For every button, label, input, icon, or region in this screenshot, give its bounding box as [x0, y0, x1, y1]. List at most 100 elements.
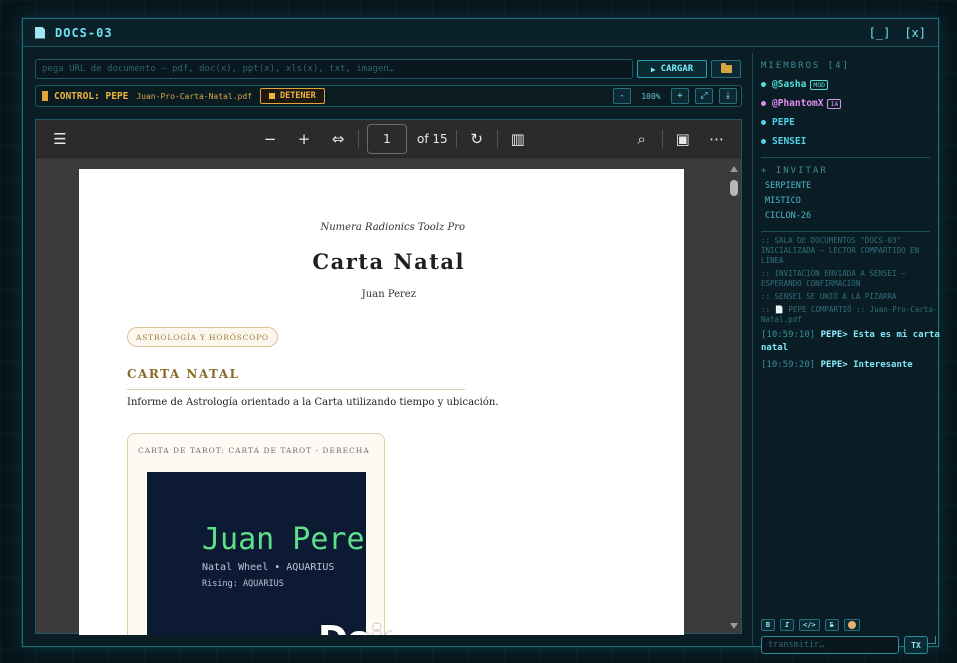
- member-role-badge: MOD: [810, 79, 829, 90]
- play-icon: ▶: [650, 64, 656, 74]
- scroll-thumb[interactable]: [730, 180, 738, 196]
- pdf-divider: [127, 389, 465, 390]
- online-dot-icon: [761, 82, 766, 87]
- more-options-icon[interactable]: ⋯: [705, 127, 729, 151]
- toolbar-separator: [496, 129, 498, 148]
- fit-button[interactable]: ⤢: [695, 88, 713, 104]
- card-wheel: Natal Wheel • AQUARIUS: [202, 562, 335, 573]
- stop-button-label: DETENER: [279, 91, 316, 101]
- fit-width-icon[interactable]: ⇔: [326, 127, 350, 151]
- chat-timestamp: [10:59:20]: [761, 360, 816, 370]
- scroll-down-icon[interactable]: [730, 623, 738, 629]
- chat-message: [10:59:10] PEPE> Esta es mi carta natal: [761, 329, 940, 355]
- zoom-plus-icon[interactable]: +: [292, 127, 316, 151]
- panel-divider: [761, 157, 930, 158]
- member-name: PEPE: [772, 117, 795, 128]
- system-log-line: :: SENSEI SE UNIÓ A LA PIZARRA: [761, 292, 897, 301]
- search-icon[interactable]: ⌕: [630, 127, 654, 151]
- folder-icon: [720, 63, 732, 73]
- panel-divider: [761, 231, 930, 232]
- titlebar: DOCS-03 [_] [x]: [23, 19, 938, 47]
- control-indicator-icon: [42, 91, 48, 101]
- control-bar: CONTROL: PEPE Juan-Pro-Carta-Natal.pdf D…: [35, 85, 742, 107]
- members-title: MIEMBROS [4]: [761, 61, 851, 71]
- card-name: Juan Perez: [202, 522, 366, 557]
- stop-icon: [268, 93, 275, 99]
- open-folder-button[interactable]: [711, 60, 741, 78]
- zoom-level: 100%: [641, 91, 661, 101]
- italic-button[interactable]: I: [780, 619, 794, 631]
- pdf-scrollbar[interactable]: [727, 158, 741, 633]
- save-icon[interactable]: ▣: [671, 127, 695, 151]
- system-log-line: :: 📄 PEPE COMPARTIÓ :: Juan-Pro-Carta-Na…: [761, 305, 938, 324]
- pdf-category-badge: ASTROLOGÍA Y HORÓSCOPO: [127, 327, 278, 347]
- side-panel: MIEMBROS [4] @Sasha MOD @PhantomX IA PEPE SEN…: [752, 53, 940, 654]
- zoom-minus-icon[interactable]: −: [258, 127, 282, 151]
- outline-icon[interactable]: ☰: [48, 127, 72, 151]
- load-button[interactable]: ▶ CARGAR: [637, 60, 707, 78]
- member-item[interactable]: @Sasha MOD: [761, 79, 940, 90]
- page-number-input[interactable]: [367, 123, 407, 154]
- bold-button[interactable]: B: [761, 619, 775, 631]
- page-total: of 15: [417, 131, 448, 146]
- scroll-up-icon[interactable]: [730, 166, 738, 172]
- close-button[interactable]: [x]: [904, 26, 926, 40]
- emoji-icon: [847, 621, 856, 629]
- member-role-badge: IA: [827, 98, 842, 109]
- tarot-card: CARTA DE TAROT: CARTA DE TAROT - DERECHA…: [127, 433, 385, 635]
- invite-candidate[interactable]: MISTICO: [765, 196, 940, 206]
- system-log-line: :: INVITACIÓN ENVIADA A SENSEI — ESPERAN…: [761, 269, 906, 288]
- pdf-toolbar: ☰ − + ⇔ of 15 ↻ ▥ ⌕ ▣ ⋯: [36, 120, 741, 158]
- invite-candidate[interactable]: CICLON-26: [765, 211, 940, 221]
- document-icon: [35, 26, 45, 39]
- card-rising: Rising: AQUARIUS: [202, 579, 284, 589]
- message-input[interactable]: [761, 636, 899, 654]
- system-log-line: :: SALA DE DOCUMENTOS "DOCS-03" INICIALI…: [761, 236, 920, 265]
- chat-author: PEPE>: [820, 360, 848, 370]
- pdf-page: Numera Radionics Toolz Pro Carta Natal J…: [79, 169, 684, 635]
- control-file-name: Juan-Pro-Carta-Natal.pdf: [136, 91, 252, 101]
- chat-author: PEPE>: [820, 330, 848, 340]
- invite-title[interactable]: + INVITAR: [761, 166, 940, 176]
- window-title: DOCS-03: [55, 25, 113, 40]
- emoji-button[interactable]: [843, 619, 860, 631]
- pdf-description: Informe de Astrología orientado a la Car…: [127, 397, 499, 408]
- watermark: DojoFu: [318, 619, 392, 635]
- member-item[interactable]: PEPE: [761, 117, 940, 128]
- control-owner: CONTROL: PEPE: [54, 90, 129, 102]
- toolbar-separator: [661, 129, 663, 148]
- load-button-label: CARGAR: [660, 64, 694, 74]
- zoom-in-button[interactable]: +: [671, 88, 689, 104]
- rotate-icon[interactable]: ↻: [465, 127, 489, 151]
- member-item[interactable]: SENSEI: [761, 136, 940, 147]
- code-button[interactable]: </>: [799, 619, 820, 631]
- resize-grip-icon[interactable]: [928, 636, 936, 644]
- strike-button[interactable]: S: [824, 619, 839, 631]
- pdf-person-name: Juan Perez: [361, 289, 416, 300]
- chat-text: Interesante: [853, 360, 913, 370]
- stop-button[interactable]: DETENER: [259, 88, 325, 104]
- pdf-title: Carta Natal: [312, 249, 465, 274]
- pdf-subtitle: Numera Radionics Toolz Pro: [320, 222, 465, 233]
- pdf-viewer: ☰ − + ⇔ of 15 ↻ ▥ ⌕ ▣ ⋯ Numera Radionics…: [35, 119, 742, 635]
- invite-candidate[interactable]: SERPIENTE: [765, 181, 940, 191]
- minimize-button[interactable]: [_]: [869, 26, 891, 40]
- member-name: SENSEI: [772, 136, 807, 147]
- pdf-section-heading: CARTA NATAL: [127, 367, 240, 381]
- download-button[interactable]: ⤓: [719, 88, 737, 104]
- toolbar-separator: [358, 129, 359, 148]
- send-button[interactable]: TX: [904, 636, 928, 654]
- online-dot-icon: [761, 139, 766, 144]
- toolbar-separator: [455, 129, 457, 148]
- tarot-card-label: CARTA DE TAROT: CARTA DE TAROT - DERECHA: [138, 446, 370, 455]
- chat-timestamp: [10:59:10]: [761, 330, 816, 340]
- zoom-out-button[interactable]: -: [613, 88, 631, 104]
- document-url-input[interactable]: [35, 59, 633, 79]
- online-dot-icon: [761, 101, 766, 106]
- natal-wheel-image: Juan Perez Natal Wheel • AQUARIUS Rising…: [147, 472, 366, 635]
- member-name: @PhantomX: [772, 98, 824, 109]
- document-controls: ▶ CARGAR CONTROL: PEPE Juan-Pro-Carta-Na…: [35, 59, 742, 107]
- format-toolbar: B I </> S: [761, 619, 860, 631]
- member-item[interactable]: @PhantomX IA: [761, 98, 940, 109]
- page-view-icon[interactable]: ▥: [506, 127, 530, 151]
